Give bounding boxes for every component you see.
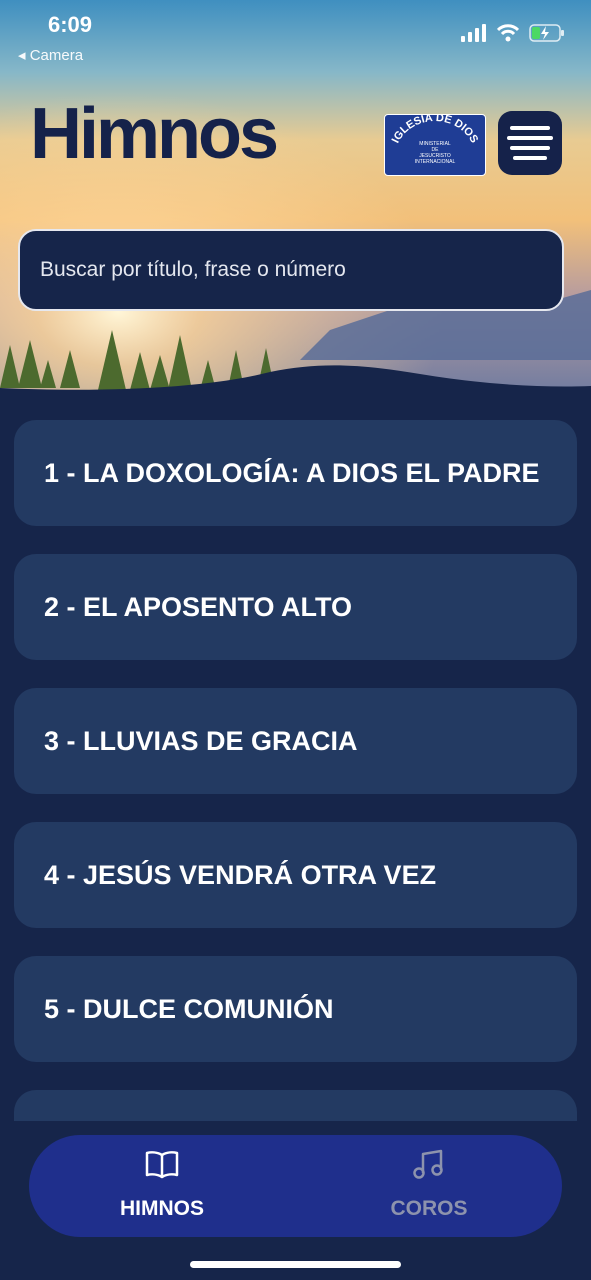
back-to-camera-link[interactable]: ◂ Camera (18, 46, 83, 64)
bottom-tab-bar: HIMNOS COROS (29, 1135, 562, 1237)
signal-icon (461, 24, 486, 42)
menu-button[interactable] (498, 111, 562, 175)
music-note-icon (413, 1149, 443, 1179)
tab-label: COROS (390, 1197, 468, 1220)
home-indicator[interactable] (190, 1261, 401, 1268)
search-input[interactable] (20, 231, 562, 309)
hymn-title: 3 - LLUVIAS DE GRACIA (44, 725, 358, 756)
tab-himnos[interactable]: HIMNOS (72, 1135, 252, 1237)
tab-coros[interactable]: COROS (339, 1135, 519, 1237)
hymn-item[interactable]: 5 - DULCE COMUNIÓN (14, 956, 577, 1062)
church-logo: IGLESIA DE DIOS MINISTERIAL DE JESUCRIST… (384, 114, 486, 176)
hymn-item[interactable]: 2 - EL APOSENTO ALTO (14, 554, 577, 660)
battery-charging-icon (529, 24, 564, 42)
menu-line (510, 126, 550, 130)
wifi-icon (497, 24, 519, 42)
svg-text:INTERNACIONAL: INTERNACIONAL (415, 159, 456, 165)
hymn-item[interactable] (14, 1090, 577, 1121)
menu-line (507, 136, 553, 140)
hymn-list: 1 - LA DOXOLOGÍA: A DIOS EL PADRE 2 - EL… (14, 420, 577, 1121)
status-bar: 6:09 ◂ Camera (0, 0, 591, 70)
menu-line (510, 146, 550, 150)
search-box (18, 229, 564, 311)
app-screen: 6:09 ◂ Camera Himnos IGLESIA DE DIOS MIN… (0, 0, 591, 1280)
hymn-item[interactable]: 3 - LLUVIAS DE GRACIA (14, 688, 577, 794)
page-title: Himnos (30, 94, 279, 174)
hymn-title: 2 - EL APOSENTO ALTO (44, 591, 353, 622)
book-icon (145, 1151, 179, 1179)
hymn-title: 4 - JESÚS VENDRÁ OTRA VEZ (44, 859, 437, 890)
hymn-item[interactable]: 1 - LA DOXOLOGÍA: A DIOS EL PADRE (14, 420, 577, 526)
hymn-title: 5 - DULCE COMUNIÓN (44, 993, 334, 1024)
hymn-title: 1 - LA DOXOLOGÍA: A DIOS EL PADRE (44, 457, 540, 488)
tab-label: HIMNOS (120, 1197, 204, 1220)
system-icons (461, 24, 565, 42)
status-time: 6:09 (48, 12, 93, 37)
menu-line (513, 156, 547, 160)
hymn-item[interactable]: 4 - JESÚS VENDRÁ OTRA VEZ (14, 822, 577, 928)
